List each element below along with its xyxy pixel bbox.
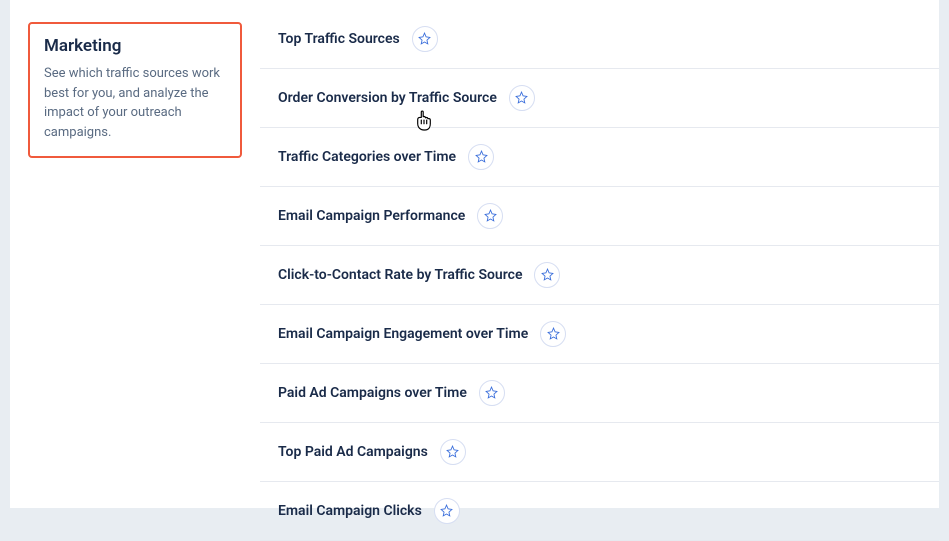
reports-list: Top Traffic Sources Order Conversion by … [260,0,939,508]
favorite-button[interactable] [468,144,494,170]
report-row[interactable]: Top Traffic Sources [260,14,939,69]
report-row[interactable]: Top Paid Ad Campaigns [260,423,939,482]
star-icon [446,443,459,462]
report-row[interactable]: Email Campaign Clicks [260,482,939,541]
star-icon [475,148,488,167]
favorite-button[interactable] [477,203,503,229]
report-row[interactable]: Email Campaign Engagement over Time [260,305,939,364]
category-title: Marketing [44,36,226,56]
report-title: Top Traffic Sources [278,31,400,47]
report-title: Order Conversion by Traffic Source [278,90,497,106]
report-row[interactable]: Order Conversion by Traffic Source [260,69,939,128]
star-icon [485,384,498,403]
star-icon [541,266,554,285]
report-row[interactable]: Email Campaign Performance [260,187,939,246]
report-title: Click-to-Contact Rate by Traffic Source [278,267,522,283]
report-title: Top Paid Ad Campaigns [278,444,428,460]
main-panel: Marketing See which traffic sources work… [10,0,939,508]
report-row[interactable]: Click-to-Contact Rate by Traffic Source [260,246,939,305]
favorite-button[interactable] [534,262,560,288]
star-icon [547,325,560,344]
sidebar: Marketing See which traffic sources work… [10,0,260,508]
report-row[interactable]: Paid Ad Campaigns over Time [260,364,939,423]
report-title: Paid Ad Campaigns over Time [278,385,467,401]
favorite-button[interactable] [412,26,438,52]
star-icon [515,89,528,108]
favorite-button[interactable] [440,439,466,465]
favorite-button[interactable] [434,498,460,524]
report-title: Email Campaign Engagement over Time [278,326,528,342]
report-title: Email Campaign Clicks [278,503,422,519]
favorite-button[interactable] [479,380,505,406]
favorite-button[interactable] [509,85,535,111]
report-row[interactable]: Traffic Categories over Time [260,128,939,187]
favorite-button[interactable] [540,321,566,347]
category-description: See which traffic sources work best for … [44,64,226,142]
star-icon [440,502,453,521]
category-card-marketing: Marketing See which traffic sources work… [28,22,242,158]
report-title: Traffic Categories over Time [278,149,456,165]
star-icon [484,207,497,226]
star-icon [418,30,431,49]
report-title: Email Campaign Performance [278,208,465,224]
